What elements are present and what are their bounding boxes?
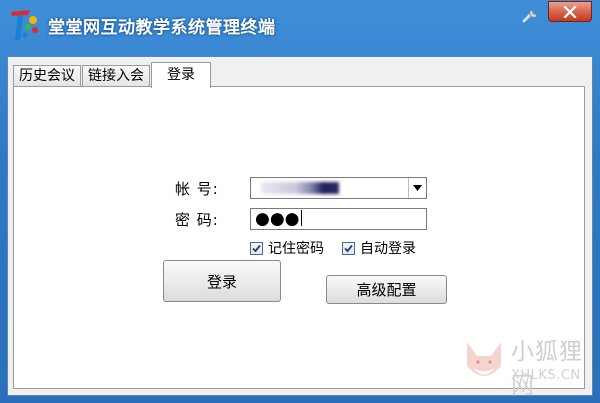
account-label: 帐 号: (175, 180, 219, 198)
password-label: 密 码: (175, 211, 219, 229)
checkmark-icon (252, 244, 261, 252)
title-bar: 堂堂网互动教学系统管理终端 (0, 0, 600, 54)
account-value-redacted (261, 182, 339, 194)
text-caret (300, 210, 302, 226)
watermark-en: XHLKS.CN (511, 368, 581, 383)
remember-password-label: 记住密码 (268, 241, 324, 257)
login-button[interactable]: 登录 (163, 260, 281, 302)
account-combobox[interactable] (250, 177, 427, 199)
wrench-icon (522, 9, 538, 23)
auto-login-label: 自动登录 (360, 241, 416, 257)
auto-login-box[interactable] (342, 241, 355, 255)
password-mask: ●●● (255, 209, 300, 229)
chevron-down-icon (413, 185, 422, 191)
remember-password-checkbox[interactable]: 记住密码 (250, 238, 324, 258)
login-window: 堂堂网互动教学系统管理终端 历史会议 链接入会 登录 帐 号: 密 码: ●●●… (0, 0, 600, 403)
auto-login-checkbox[interactable]: 自动登录 (342, 238, 416, 258)
watermark: 小狐狸网 XHLKS.CN (461, 330, 596, 399)
tab-login[interactable]: 登录 (151, 62, 211, 88)
tab-join-by-link[interactable]: 链接入会 (82, 65, 150, 87)
settings-button[interactable] (516, 4, 546, 26)
advanced-settings-button[interactable]: 高级配置 (326, 275, 447, 304)
account-dropdown-button[interactable] (408, 178, 426, 198)
close-button[interactable] (548, 1, 592, 22)
checkmark-icon (344, 244, 353, 252)
app-logo-icon (11, 10, 38, 40)
remember-password-box[interactable] (250, 241, 263, 255)
fox-logo-icon (467, 342, 501, 376)
password-field[interactable]: ●●● (250, 208, 427, 230)
tab-history-meetings[interactable]: 历史会议 (13, 65, 81, 87)
close-icon (563, 5, 577, 18)
watermark-cn: 小狐狸网 (511, 339, 583, 399)
window-title: 堂堂网互动教学系统管理终端 (48, 18, 276, 38)
